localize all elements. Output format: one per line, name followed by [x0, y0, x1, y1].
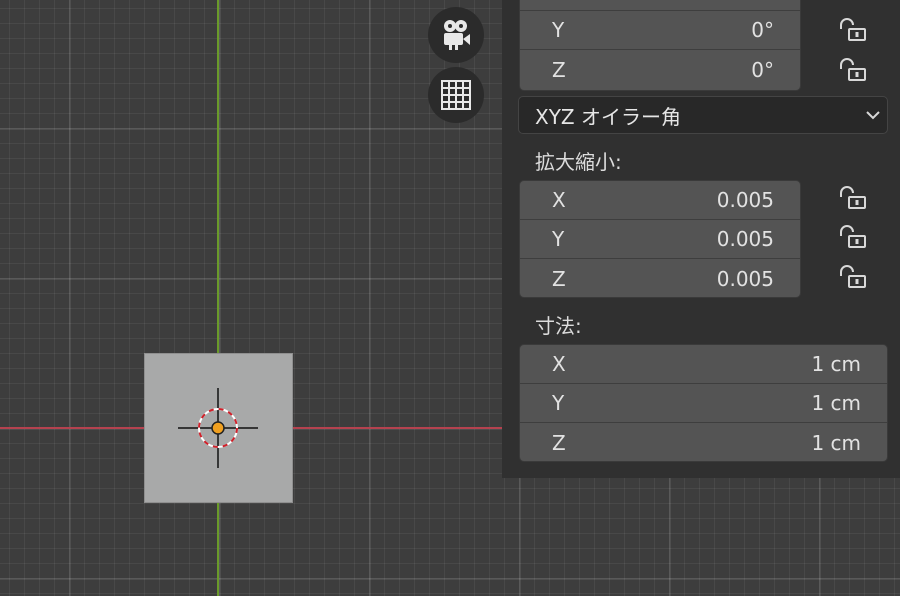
unlocked-padlock-icon[interactable]: [838, 186, 868, 210]
rotation-mode-value: XYZ オイラー角: [535, 104, 681, 129]
field-axis-label: Z: [552, 430, 566, 455]
camera-view-button[interactable]: [428, 7, 484, 63]
rotation-fields: Y 0° Z 0°: [519, 0, 801, 91]
rotation-y-field[interactable]: Y 0°: [520, 11, 800, 50]
field-axis-label: X: [552, 352, 566, 376]
field-value: 0°: [751, 18, 774, 42]
field-value: 0.005: [716, 227, 774, 251]
rotation-z-field[interactable]: Z 0°: [520, 50, 800, 89]
field-axis-label: X: [552, 188, 566, 212]
field-axis-label: Y: [552, 227, 565, 251]
unlocked-padlock-icon[interactable]: [838, 0, 868, 16]
scale-y-field[interactable]: Y 0.005: [520, 220, 800, 259]
field-axis-label: Z: [552, 266, 566, 291]
y-axis-line: [217, 0, 219, 596]
scale-z-field[interactable]: Z 0.005: [520, 259, 800, 297]
field-axis-label: Y: [552, 18, 565, 42]
scale-label: 拡大縮小:: [535, 150, 622, 174]
dimension-z-field[interactable]: Z 1 cm: [520, 423, 887, 461]
field-axis-label: Z: [552, 57, 566, 82]
field-value: 1 cm: [811, 352, 861, 376]
field-value: 0°: [751, 57, 774, 82]
scale-fields: X 0.005 Y 0.005 Z 0.005: [519, 180, 801, 298]
field-value: 1 cm: [811, 391, 861, 415]
unlocked-padlock-icon[interactable]: [838, 18, 868, 42]
rotation-mode-dropdown[interactable]: XYZ オイラー角: [518, 96, 888, 134]
scale-x-field[interactable]: X 0.005: [520, 181, 800, 220]
field-value: 0.005: [716, 266, 774, 291]
field-value: 1 cm: [811, 430, 861, 455]
dimension-x-field[interactable]: X 1 cm: [520, 345, 887, 384]
dimensions-label: 寸法:: [535, 314, 582, 338]
unlocked-padlock-icon[interactable]: [838, 225, 868, 249]
camera-view-icon: [444, 20, 470, 50]
dimensions-fields: X 1 cm Y 1 cm Z 1 cm: [519, 344, 888, 462]
dimension-y-field[interactable]: Y 1 cm: [520, 384, 887, 423]
field-axis-label: Y: [552, 391, 565, 415]
rotation-x-field-partial[interactable]: [520, 0, 800, 11]
object-origin-3d-cursor[interactable]: [170, 380, 266, 476]
chevron-down-icon: [866, 111, 880, 120]
field-value: 0.005: [716, 188, 774, 212]
unlocked-padlock-icon[interactable]: [838, 265, 868, 289]
unlocked-padlock-icon[interactable]: [838, 58, 868, 82]
orthographic-grid-icon: [441, 80, 471, 110]
ortho-grid-button[interactable]: [428, 67, 484, 123]
